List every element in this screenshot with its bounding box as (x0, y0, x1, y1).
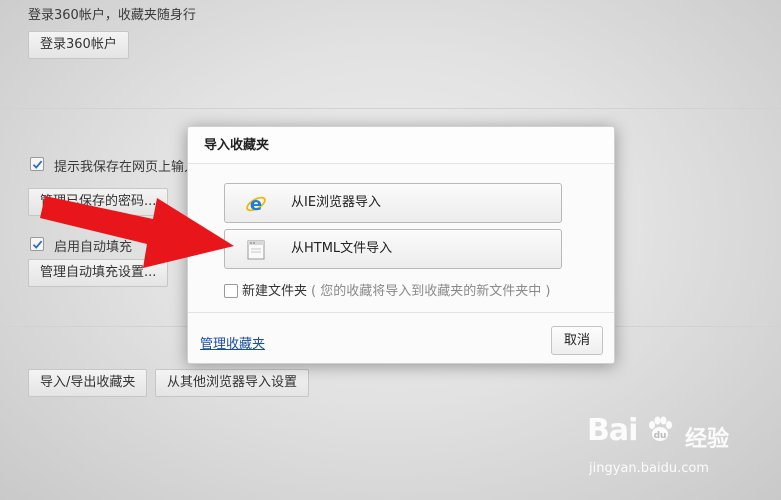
baidu-jingyan-watermark: Bai du 经验 jingyan.baidu.com (587, 413, 747, 489)
watermark-url: jingyan.baidu.com (589, 461, 709, 476)
paw-icon: du (649, 416, 672, 441)
watermark-brand: Bai (587, 413, 638, 448)
watermark-brand-cn: 经验 (685, 427, 730, 452)
svg-text:du: du (654, 431, 667, 441)
